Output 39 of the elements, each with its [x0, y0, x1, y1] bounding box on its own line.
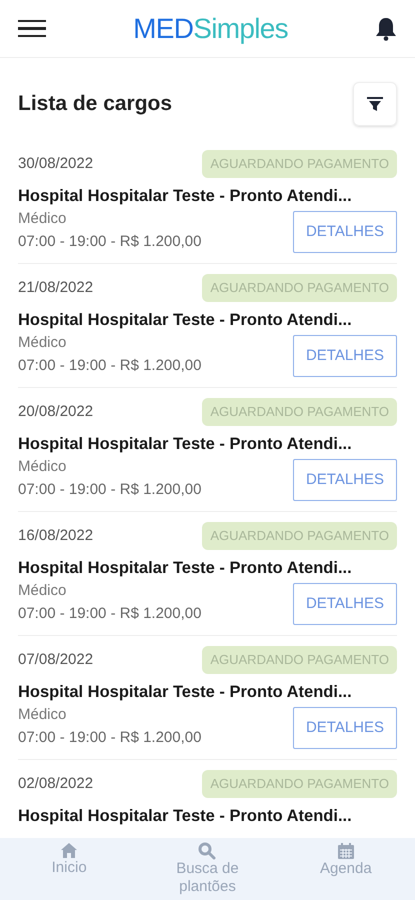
page-title: Lista de cargos	[18, 91, 172, 118]
shift-date: 20/08/2022	[18, 402, 94, 422]
shift-details: 07:00 - 19:00 - R$ 1.200,00	[18, 480, 202, 500]
role-text: Médico	[18, 333, 68, 354]
role-text: Médico	[18, 705, 68, 726]
logo: MEDSimples	[133, 14, 288, 42]
details-button[interactable]: DETALHES	[293, 459, 397, 502]
details-button[interactable]: DETALHES	[293, 583, 397, 626]
role-text: Médico	[18, 209, 68, 230]
shift-date: 16/08/2022	[18, 526, 94, 546]
shift-date: 07/08/2022	[18, 650, 94, 670]
shift-details: 07:00 - 19:00 - R$ 1.200,00	[18, 356, 202, 376]
nav-tab[interactable]: Busca de plantões	[152, 842, 262, 896]
nav-tab[interactable]: Agenda	[290, 842, 401, 878]
shift-date: 02/08/2022	[18, 774, 94, 794]
hospital-name: Hospital Hospitalar Teste - Pronto Atendi...	[18, 434, 353, 454]
nav-tab[interactable]: Inicio	[14, 842, 124, 877]
shift-details: 07:00 - 19:00 - R$ 1.200,00	[18, 604, 202, 624]
hospital-name: Hospital Hospitalar Teste - Pronto Atendi...	[18, 310, 353, 330]
filter-icon	[367, 96, 383, 112]
menu-button[interactable]	[18, 20, 46, 38]
shift-details: 07:00 - 19:00 - R$ 1.200,00	[18, 728, 202, 748]
hospital-name: Hospital Hospitalar Teste - Pronto Atendi...	[18, 186, 353, 206]
bell-icon[interactable]	[375, 16, 397, 40]
hospital-name: Hospital Hospitalar Teste - Pronto Atendi...	[18, 682, 353, 702]
calendar-icon	[336, 842, 355, 860]
role-text: Médico	[18, 581, 68, 602]
hospital-name: Hospital Hospitalar Teste - Pronto Atendi...	[18, 558, 353, 578]
home-icon	[60, 842, 78, 859]
shift-details: 07:00 - 19:00 - R$ 1.200,00	[18, 232, 202, 252]
details-button[interactable]: DETALHES	[293, 211, 397, 254]
shift-date: 21/08/2022	[18, 278, 94, 298]
search-icon	[198, 842, 216, 860]
shift-date: 30/08/2022	[18, 154, 94, 174]
details-button[interactable]: DETALHES	[293, 707, 397, 750]
filter-button[interactable]	[353, 82, 397, 126]
hospital-name: Hospital Hospitalar Teste - Pronto Atendi...	[18, 806, 353, 826]
role-text: Médico	[18, 457, 68, 478]
details-button[interactable]: DETALHES	[293, 335, 397, 378]
